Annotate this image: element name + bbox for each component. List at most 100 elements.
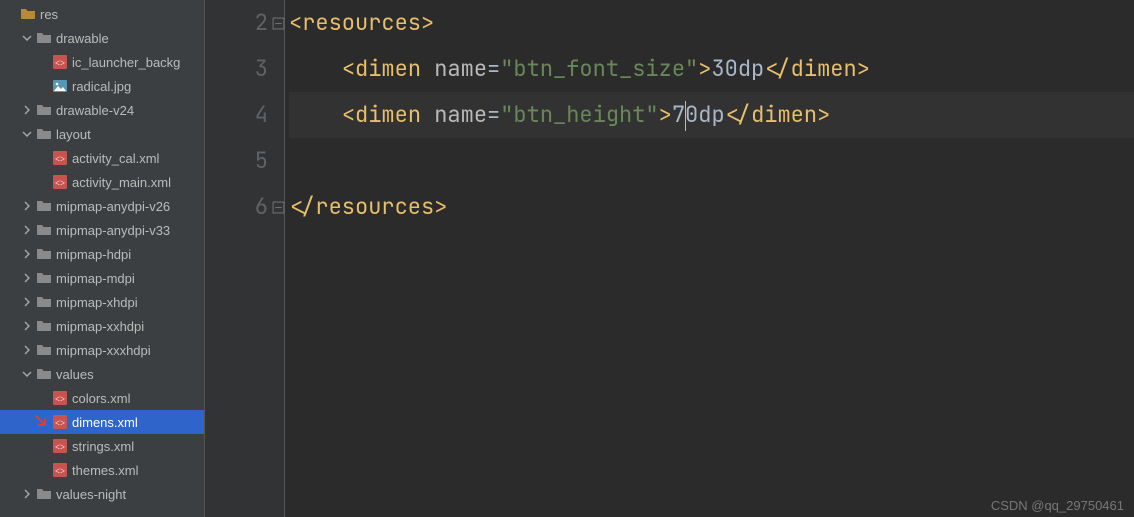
tree-item-label: mipmap-anydpi-v33 xyxy=(56,223,170,238)
line-number: 3 xyxy=(205,46,268,92)
token-tag-name: resources xyxy=(302,8,421,37)
token-tag-br: < xyxy=(342,54,355,83)
chevron-right-icon[interactable] xyxy=(20,271,34,285)
chevron-right-icon[interactable] xyxy=(20,295,34,309)
tree-item-label: mipmap-xxhdpi xyxy=(56,319,144,334)
code-line[interactable]: <dimen name="btn_height">70dp</dimen> xyxy=(289,92,1134,138)
tree-item-values[interactable]: values xyxy=(0,362,204,386)
chevron-right-icon[interactable] xyxy=(20,343,34,357)
tree-item-drawable[interactable]: drawable xyxy=(0,26,204,50)
folder-icon xyxy=(36,270,52,286)
tree-item-values-night[interactable]: values-night xyxy=(0,482,204,506)
tree-item-mipmap-anydpi-v33[interactable]: mipmap-anydpi-v33 xyxy=(0,218,204,242)
folder-icon xyxy=(36,486,52,502)
token-str: "btn_height" xyxy=(500,100,658,129)
folder-icon xyxy=(36,294,52,310)
tree-item-dimens-xml[interactable]: <> dimens.xml xyxy=(0,410,204,434)
tree-item-label: mipmap-mdpi xyxy=(56,271,135,286)
xml-icon: <> xyxy=(52,414,68,430)
chevron-down-icon[interactable] xyxy=(20,127,34,141)
tree-item-layout[interactable]: layout xyxy=(0,122,204,146)
folder-open-icon xyxy=(36,366,52,382)
token-tag-name: dimen xyxy=(355,54,434,83)
tree-item-drawable-v24[interactable]: drawable-v24 xyxy=(0,98,204,122)
chevron-right-icon[interactable] xyxy=(20,247,34,261)
chevron-down-icon[interactable] xyxy=(20,367,34,381)
code-line[interactable]: <resources> xyxy=(289,0,1134,46)
token-tag-br: </ xyxy=(289,192,315,221)
token-txt xyxy=(289,54,342,83)
token-tag-br: > xyxy=(421,8,434,37)
svg-text:<>: <> xyxy=(55,178,65,188)
tree-item-label: drawable-v24 xyxy=(56,103,134,118)
chevron-right-icon[interactable] xyxy=(20,103,34,117)
folder-open-icon xyxy=(20,6,36,22)
tree-item-activity-main-xml[interactable]: <>activity_main.xml xyxy=(0,170,204,194)
token-tag-name: dimen xyxy=(751,100,817,129)
tree-item-label: colors.xml xyxy=(72,391,131,406)
xml-icon: <> xyxy=(52,462,68,478)
token-txt: 0dp xyxy=(685,100,725,129)
tree-item-strings-xml[interactable]: <> strings.xml xyxy=(0,434,204,458)
tree-item-mipmap-mdpi[interactable]: mipmap-mdpi xyxy=(0,266,204,290)
code-line[interactable]: </resources> xyxy=(289,184,1134,230)
token-tag-br: > xyxy=(698,54,711,83)
token-tag-br: > xyxy=(817,100,830,129)
tree-item-label: mipmap-xhdpi xyxy=(56,295,138,310)
chevron-right-icon[interactable] xyxy=(20,319,34,333)
tree-item-res[interactable]: res xyxy=(0,2,204,26)
tree-item-label: mipmap-hdpi xyxy=(56,247,131,262)
token-attr: name xyxy=(434,54,487,83)
code-area[interactable]: <resources> <dimen name="btn_font_size">… xyxy=(285,0,1134,517)
token-attr: name xyxy=(434,100,487,129)
svg-text:<>: <> xyxy=(55,466,65,476)
svg-text:<>: <> xyxy=(55,58,65,68)
tree-item-ic-launcher-backg[interactable]: <>ic_launcher_backg xyxy=(0,50,204,74)
token-tag-br: < xyxy=(342,100,355,129)
code-line[interactable] xyxy=(289,138,1134,184)
chevron-down-icon[interactable] xyxy=(20,31,34,45)
folder-icon xyxy=(36,222,52,238)
chevron-right-icon[interactable] xyxy=(20,487,34,501)
line-number: 4 xyxy=(205,92,268,138)
tree-item-label: dimens.xml xyxy=(72,415,138,430)
chevron-right-icon[interactable] xyxy=(20,199,34,213)
token-eq: = xyxy=(487,54,500,83)
watermark-text: CSDN @qq_29750461 xyxy=(991,498,1124,513)
tree-item-radical-jpg[interactable]: radical.jpg xyxy=(0,74,204,98)
line-number: 5 xyxy=(205,138,268,184)
fold-region-start-icon[interactable] xyxy=(272,0,285,46)
token-tag-br: > xyxy=(857,54,870,83)
tree-item-label: res xyxy=(40,7,58,22)
tree-item-label: values-night xyxy=(56,487,126,502)
image-icon xyxy=(52,78,68,94)
folder-icon xyxy=(36,318,52,334)
tree-item-label: mipmap-xxxhdpi xyxy=(56,343,151,358)
code-editor[interactable]: 23456 <resources> <dimen name="btn_font_… xyxy=(205,0,1134,517)
tree-item-mipmap-hdpi[interactable]: mipmap-hdpi xyxy=(0,242,204,266)
tree-item-label: activity_cal.xml xyxy=(72,151,159,166)
code-line[interactable]: <dimen name="btn_font_size">30dp</dimen> xyxy=(289,46,1134,92)
gutter: 23456 xyxy=(205,0,285,517)
folder-icon xyxy=(36,342,52,358)
tree-item-activity-cal-xml[interactable]: <>activity_cal.xml xyxy=(0,146,204,170)
tree-item-themes-xml[interactable]: <>themes.xml xyxy=(0,458,204,482)
token-tag-br: > xyxy=(659,100,672,129)
fold-region-end-icon[interactable] xyxy=(272,184,285,230)
tree-item-mipmap-anydpi-v26[interactable]: mipmap-anydpi-v26 xyxy=(0,194,204,218)
tree-item-mipmap-xhdpi[interactable]: mipmap-xhdpi xyxy=(0,290,204,314)
folder-icon xyxy=(36,246,52,262)
folder-icon xyxy=(36,198,52,214)
svg-text:<>: <> xyxy=(55,442,65,452)
project-tree[interactable]: res drawable<>ic_launcher_backgradical.jp… xyxy=(0,0,205,517)
token-tag-br: </ xyxy=(764,54,790,83)
tree-item-mipmap-xxhdpi[interactable]: mipmap-xxhdpi xyxy=(0,314,204,338)
tree-item-label: strings.xml xyxy=(72,439,134,454)
token-tag-name: dimen xyxy=(791,54,857,83)
tree-item-label: mipmap-anydpi-v26 xyxy=(56,199,170,214)
tree-item-colors-xml[interactable]: <>colors.xml xyxy=(0,386,204,410)
token-txt: 7 xyxy=(672,100,685,129)
tree-item-mipmap-xxxhdpi[interactable]: mipmap-xxxhdpi xyxy=(0,338,204,362)
chevron-right-icon[interactable] xyxy=(20,223,34,237)
xml-icon: <> xyxy=(52,438,68,454)
